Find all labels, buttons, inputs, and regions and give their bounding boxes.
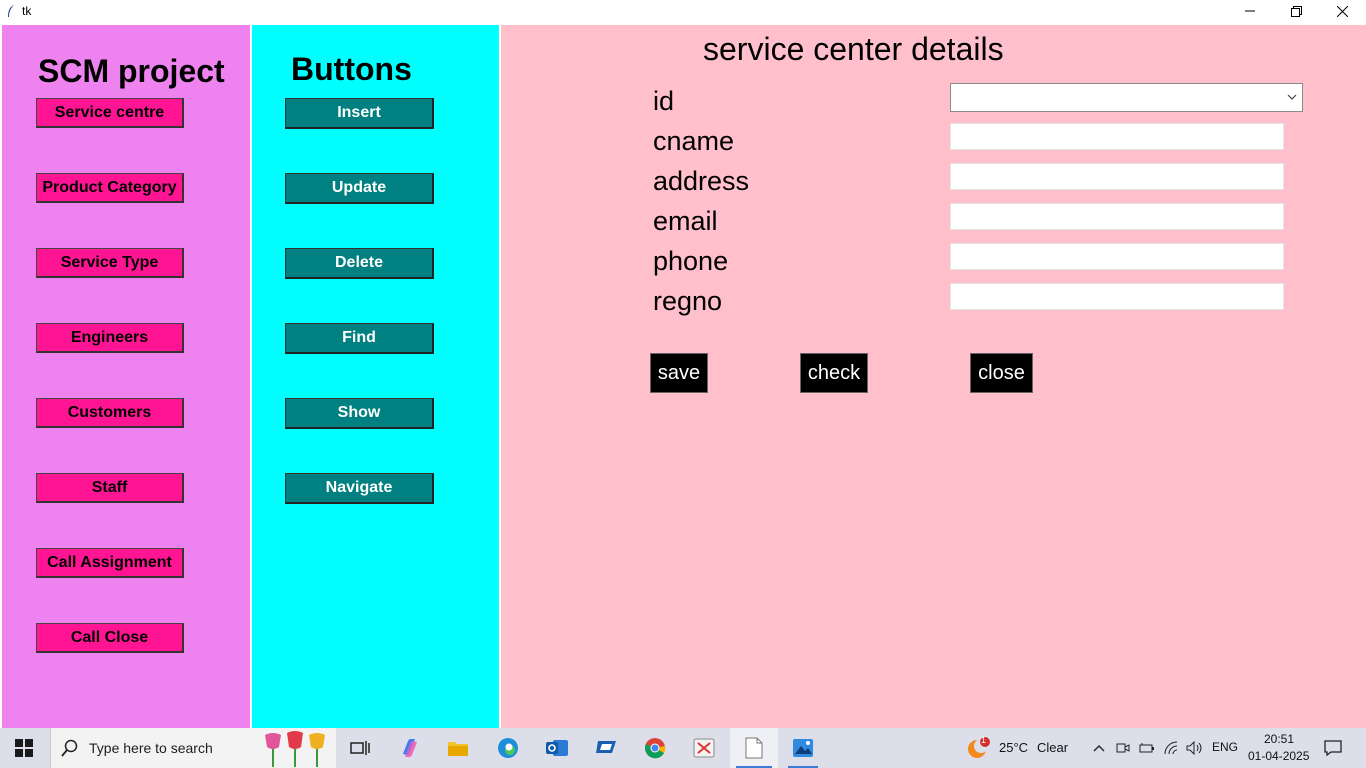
staff-button[interactable]: Staff xyxy=(36,473,184,503)
restore-icon xyxy=(1290,5,1302,17)
call-close-button[interactable]: Call Close xyxy=(36,623,184,653)
search-icon xyxy=(61,739,78,757)
copilot-icon xyxy=(403,739,417,757)
phone-field[interactable] xyxy=(950,243,1284,270)
save-button[interactable]: save xyxy=(650,353,708,393)
tool-app-button[interactable] xyxy=(684,728,724,768)
email-label: email xyxy=(653,206,718,236)
id-label: id xyxy=(653,86,675,116)
show-hidden-icons-button[interactable] xyxy=(1090,728,1108,768)
moon-weather-icon xyxy=(968,737,990,758)
outlook-button[interactable] xyxy=(537,728,577,768)
cname-field[interactable] xyxy=(950,123,1284,150)
volume-button[interactable] xyxy=(1185,728,1205,768)
chrome-icon xyxy=(645,738,666,759)
windows-icon xyxy=(15,739,33,757)
service-centre-button[interactable]: Service centre xyxy=(36,98,184,128)
engineers-button[interactable]: Engineers xyxy=(36,323,184,353)
photos-button[interactable] xyxy=(782,728,824,768)
notification-icon xyxy=(1324,740,1342,756)
check-button[interactable]: check xyxy=(800,353,868,393)
form-panel: service center details id cname address … xyxy=(501,25,1366,728)
wifi-icon xyxy=(1164,741,1178,755)
window-title: tk xyxy=(22,4,32,18)
battery-button[interactable] xyxy=(1137,728,1157,768)
address-field[interactable] xyxy=(950,163,1284,190)
address-label: address xyxy=(653,166,750,196)
tulips-icon xyxy=(265,731,325,767)
customers-button[interactable]: Customers xyxy=(36,398,184,428)
product-category-button[interactable]: Product Category xyxy=(36,173,184,203)
battery-icon xyxy=(1139,743,1154,753)
search-placeholder: Type here to search xyxy=(89,740,213,756)
regno-label: regno xyxy=(653,286,723,316)
chevron-down-icon xyxy=(1287,94,1297,100)
file-explorer-button[interactable] xyxy=(438,728,478,768)
id-combobox[interactable] xyxy=(950,83,1303,112)
update-button[interactable]: Update xyxy=(285,173,434,204)
camera-icon xyxy=(1116,743,1130,753)
speaker-icon xyxy=(1186,741,1202,755)
chrome-button[interactable] xyxy=(635,728,675,768)
snipping-tool-icon xyxy=(693,738,715,758)
copilot-button[interactable] xyxy=(390,728,430,768)
email-field[interactable] xyxy=(950,203,1284,230)
weather-widget[interactable] xyxy=(964,728,992,768)
notifications-button[interactable] xyxy=(1318,728,1348,768)
actions-panel: Buttons Insert Update Delete Find Show N… xyxy=(252,25,499,728)
task-view-icon xyxy=(350,741,370,755)
service-type-button[interactable]: Service Type xyxy=(36,248,184,278)
insert-button[interactable]: Insert xyxy=(285,98,434,129)
start-button[interactable] xyxy=(0,728,48,768)
navigate-button[interactable]: Navigate xyxy=(285,473,434,504)
regno-field[interactable] xyxy=(950,283,1284,310)
navigation-panel: SCM project Service centre Product Categ… xyxy=(2,25,250,728)
meet-now-button[interactable] xyxy=(1114,728,1132,768)
weather-condition: Clear xyxy=(1037,740,1069,755)
outlook-icon xyxy=(546,740,568,756)
language-indicator[interactable]: ENG xyxy=(1212,740,1238,754)
cname-label: cname xyxy=(653,126,735,156)
clock-time[interactable]: 20:51 xyxy=(1264,732,1294,746)
call-assignment-button[interactable]: Call Assignment xyxy=(36,548,184,578)
chevron-up-icon xyxy=(1093,745,1105,752)
taskbar-search[interactable]: Type here to search xyxy=(50,728,336,768)
taskbar: Type here to search 1 25°C Clear ENG 20:… xyxy=(0,728,1366,768)
photos-icon xyxy=(793,739,813,757)
active-tk-window-button[interactable] xyxy=(730,728,778,768)
edge-icon xyxy=(498,738,518,758)
document-icon xyxy=(745,737,763,759)
minimize-icon xyxy=(1245,10,1255,12)
edge-button[interactable] xyxy=(488,728,528,768)
network-button[interactable] xyxy=(1162,728,1182,768)
buttons-heading: Buttons xyxy=(291,51,412,87)
folder-icon xyxy=(448,742,468,756)
app-icon xyxy=(596,741,616,753)
feather-icon xyxy=(8,5,14,17)
close-icon xyxy=(1336,5,1348,17)
weather-badge: 1 xyxy=(981,735,987,745)
close-window-button[interactable] xyxy=(1319,0,1365,22)
task-view-button[interactable] xyxy=(340,728,380,768)
minimize-button[interactable] xyxy=(1227,0,1273,22)
phone-label: phone xyxy=(653,246,729,276)
close-button[interactable]: close xyxy=(970,353,1033,393)
find-button[interactable]: Find xyxy=(285,323,434,354)
delete-button[interactable]: Delete xyxy=(285,248,434,279)
title-bar: tk xyxy=(0,0,1366,24)
project-heading: SCM project xyxy=(38,53,225,89)
form-title: service center details xyxy=(703,31,1004,67)
app-button-blue[interactable] xyxy=(586,728,626,768)
weather-temp: 25°C xyxy=(999,740,1029,755)
clock-date[interactable]: 01-04-2025 xyxy=(1248,749,1309,763)
restore-button[interactable] xyxy=(1273,0,1319,22)
show-button[interactable]: Show xyxy=(285,398,434,429)
